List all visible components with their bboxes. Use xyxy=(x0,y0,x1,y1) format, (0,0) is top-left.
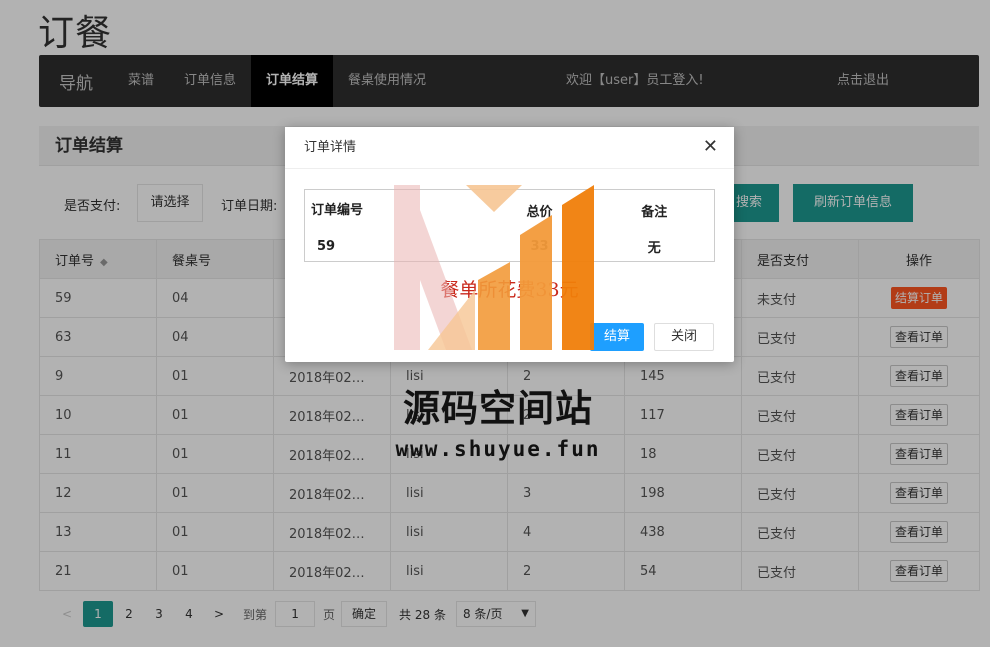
dialog-sum-text: 餐单所花费33元 xyxy=(440,279,579,301)
detail-value-note: 无 xyxy=(647,240,661,256)
settle-button[interactable]: 结算 xyxy=(590,323,644,351)
dialog-title: 订单详情 xyxy=(285,127,734,169)
order-detail-dialog: 订单详情 ✕ 订单编号 总价 备注 59 33 无 餐单所花费33元 结算 关闭 xyxy=(285,127,734,362)
close-icon[interactable]: ✕ xyxy=(703,137,718,157)
close-button[interactable]: 关闭 xyxy=(654,323,714,351)
detail-value-order-id: 59 xyxy=(317,238,336,254)
watermark-text: 源码空间站 xyxy=(403,387,593,430)
detail-header-total: 总价 xyxy=(526,205,553,221)
detail-header-note: 备注 xyxy=(641,205,668,221)
detail-header-2 xyxy=(375,190,485,232)
detail-value-2 xyxy=(375,232,485,262)
detail-header-order-id: 订单编号 xyxy=(311,202,364,218)
detail-value-total: 33 xyxy=(530,238,549,254)
watermark-url: www.shuyue.fun xyxy=(395,437,601,461)
order-detail-table: 订单编号 总价 备注 59 33 无 xyxy=(304,189,715,262)
